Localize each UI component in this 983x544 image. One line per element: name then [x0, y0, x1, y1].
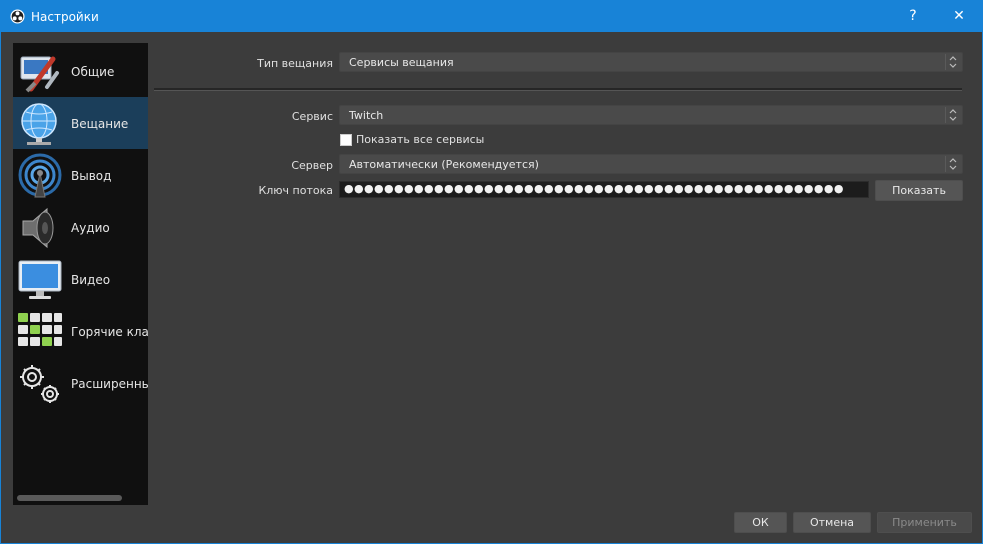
server-label: Сервер [291, 159, 333, 172]
wrench-screwdriver-icon [20, 56, 59, 93]
apply-button[interactable]: Применить [877, 512, 972, 533]
help-button[interactable]: ? [890, 1, 936, 32]
section-separator [154, 88, 962, 91]
show-key-button[interactable]: Показать [875, 180, 963, 201]
cancel-button[interactable]: Отмена [793, 512, 871, 533]
gears-icon [20, 365, 59, 403]
settings-sidebar: Общие Вещание Вывод Аудио Видео Горячие … [13, 43, 148, 505]
sidebar-item-stream[interactable]: Вещание [13, 97, 148, 149]
ok-button[interactable]: ОК [734, 512, 787, 533]
stream-type-label: Тип вещания [257, 57, 333, 70]
updown-arrows-icon [945, 107, 959, 123]
keyboard-icon [18, 313, 62, 346]
service-label: Сервис [291, 110, 333, 123]
server-value: Автоматически (Рекомендуется) [349, 158, 539, 171]
sidebar-horizontal-scrollbar[interactable] [17, 495, 122, 501]
sidebar-item-hotkeys[interactable]: Горячие клавиши [13, 305, 148, 357]
sidebar-item-label: Вывод [71, 169, 112, 183]
stream-key-input[interactable]: ●●●●●●●●●●●●●●●●●●●●●●●●●●●●●●●●●●●●●●●●… [339, 181, 869, 198]
service-value: Twitch [349, 109, 384, 122]
globe-network-icon [21, 103, 57, 145]
sidebar-item-label: Аудио [71, 221, 110, 235]
stream-type-select[interactable]: Сервисы вещания [339, 52, 963, 72]
settings-window: Настройки ? ✕ Общие Вещание Вывод Аудио … [0, 0, 983, 544]
sidebar-item-output[interactable]: Вывод [13, 149, 148, 201]
stream-type-value: Сервисы вещания [349, 56, 454, 69]
sidebar-item-label: Общие [71, 65, 115, 79]
show-all-services-checkbox[interactable] [340, 134, 352, 146]
sidebar-item-label: Расширенные [71, 377, 148, 391]
monitor-icon [18, 260, 62, 299]
server-select[interactable]: Автоматически (Рекомендуется) [339, 154, 963, 174]
title-bar: Настройки ? ✕ [1, 1, 982, 32]
sidebar-item-label: Горячие клавиши [71, 325, 148, 339]
obs-logo-icon [10, 9, 25, 24]
stream-key-label: Ключ потока [258, 184, 333, 197]
antenna-broadcast-icon [18, 153, 62, 198]
show-all-services-label[interactable]: Показать все сервисы [356, 133, 484, 146]
close-button[interactable]: ✕ [936, 1, 982, 32]
updown-arrows-icon [945, 156, 959, 172]
stream-key-masked-value: ●●●●●●●●●●●●●●●●●●●●●●●●●●●●●●●●●●●●●●●●… [344, 182, 844, 195]
sidebar-item-label: Вещание [71, 117, 129, 131]
sidebar-item-advanced[interactable]: Расширенные [13, 357, 148, 409]
sidebar-item-general[interactable]: Общие [13, 45, 148, 97]
speaker-icon [22, 207, 54, 249]
updown-arrows-icon [945, 54, 959, 70]
sidebar-item-video[interactable]: Видео [13, 253, 148, 305]
service-select[interactable]: Twitch [339, 105, 963, 125]
sidebar-item-label: Видео [71, 273, 111, 287]
window-title: Настройки [31, 10, 99, 24]
sidebar-item-audio[interactable]: Аудио [13, 201, 148, 253]
